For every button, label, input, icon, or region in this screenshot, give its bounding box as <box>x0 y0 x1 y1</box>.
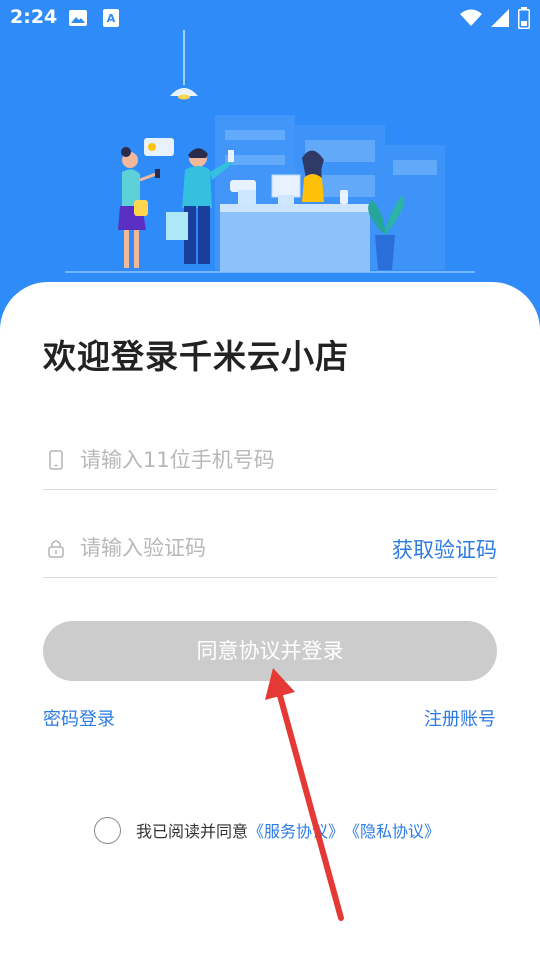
signal-icon <box>491 9 509 27</box>
lock-icon <box>48 540 64 558</box>
agreement-text: 我已阅读并同意 <box>136 822 249 841</box>
password-login-link[interactable]: 密码登录 <box>43 705 115 731</box>
register-link[interactable]: 注册账号 <box>424 705 496 731</box>
service-agreement-link[interactable]: 《服务协议》 <box>248 818 344 842</box>
phone-icon <box>49 450 63 470</box>
svg-text:A: A <box>107 12 116 25</box>
code-input[interactable] <box>80 528 400 568</box>
image-icon <box>69 10 87 26</box>
phone-input[interactable] <box>80 440 400 480</box>
keyboard-a-icon: A <box>103 9 119 27</box>
privacy-agreement-link[interactable]: 《隐私协议》 <box>344 818 440 842</box>
agreement-row: 我已阅读并同意 《服务协议》 《隐私协议》 <box>94 816 440 844</box>
get-code-button[interactable]: 获取验证码 <box>392 534 497 564</box>
wifi-icon <box>460 9 482 26</box>
status-time: 2:24 <box>10 6 58 28</box>
battery-icon <box>518 7 530 29</box>
agree-login-button[interactable]: 同意协议并登录 <box>43 621 497 681</box>
phone-field <box>43 430 497 490</box>
welcome-title: 欢迎登录千米云小店 <box>43 337 349 376</box>
shop-illustration <box>65 30 475 273</box>
agree-checkbox[interactable] <box>94 816 121 844</box>
code-field: 获取验证码 <box>43 518 497 578</box>
